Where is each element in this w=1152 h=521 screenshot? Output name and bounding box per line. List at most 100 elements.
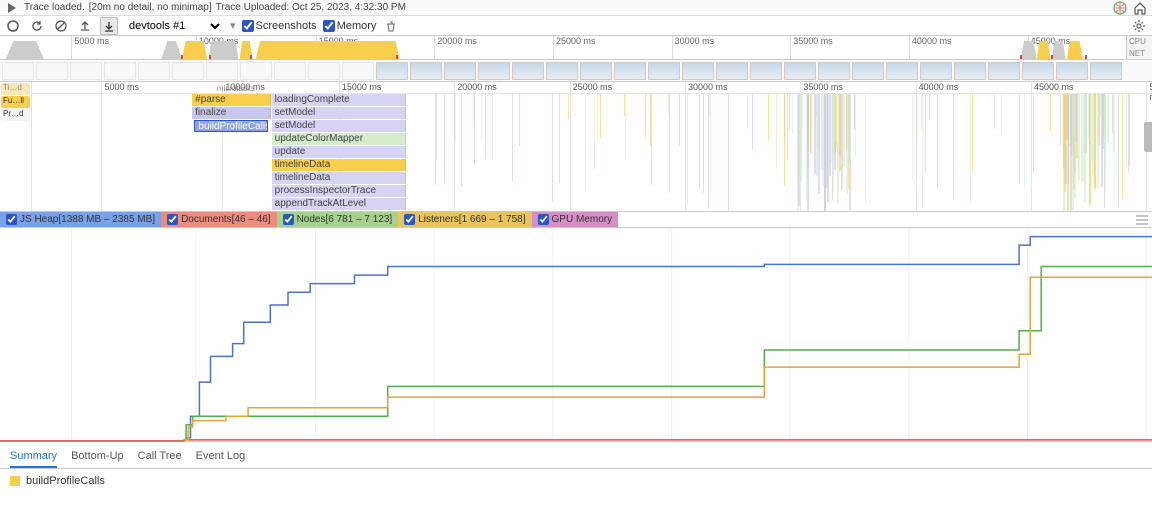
screenshot-thumb[interactable]	[206, 62, 238, 80]
screenshot-thumb[interactable]	[36, 62, 68, 80]
marker	[396, 55, 398, 59]
clear-icon[interactable]	[52, 17, 70, 35]
memory-toggle[interactable]: Memory	[323, 20, 377, 32]
flame-bar[interactable]: timelineData	[272, 159, 406, 171]
counters-menu-icon[interactable]	[1132, 212, 1152, 227]
flame-bar[interactable]: timelineData	[272, 172, 406, 184]
home-icon[interactable]	[1132, 0, 1148, 16]
screenshot-thumb[interactable]	[988, 62, 1020, 80]
track-list: Ti…d Fu…ll Pr…d	[0, 82, 32, 211]
chart-series-documents	[0, 440, 1152, 441]
track-label[interactable]: Fu…ll	[1, 96, 30, 108]
memory-checkbox[interactable]	[323, 20, 335, 32]
screenshot-thumb[interactable]	[920, 62, 952, 80]
screenshot-strip[interactable]	[0, 60, 1152, 82]
screenshot-thumb[interactable]	[478, 62, 510, 80]
overview-minimap[interactable]: 5000 ms10000 ms15000 ms20000 ms25000 ms3…	[0, 36, 1152, 60]
screenshot-thumb[interactable]	[410, 62, 442, 80]
track-label[interactable]: Pr…d	[1, 109, 30, 121]
documents-checkbox[interactable]	[167, 214, 178, 225]
screenshot-thumb[interactable]	[954, 62, 986, 80]
scroll-hint[interactable]	[1144, 122, 1152, 152]
tab-event-log[interactable]: Event Log	[196, 446, 246, 468]
screenshot-thumb[interactable]	[546, 62, 578, 80]
flame-bar[interactable]: appendTrackAtLevel	[272, 198, 406, 210]
screenshot-thumb[interactable]	[240, 62, 272, 80]
screenshot-thumb[interactable]	[444, 62, 476, 80]
flame-bar[interactable]: setModel	[272, 120, 406, 132]
flame-bar[interactable]: updateColorMapper	[272, 133, 406, 145]
screenshot-thumb[interactable]	[648, 62, 680, 80]
flame-bar[interactable]: finalize	[192, 107, 270, 119]
screenshot-thumb[interactable]	[308, 62, 340, 80]
screenshot-thumb[interactable]	[1022, 62, 1054, 80]
flame-bar[interactable]: buildProfileCalls	[194, 120, 268, 132]
screenshot-thumb[interactable]	[376, 62, 408, 80]
ruler-tick: 25000 ms	[570, 82, 613, 211]
status-trace-loaded: Trace loaded.	[24, 2, 85, 13]
memory-chart[interactable]	[0, 228, 1152, 442]
globe-icon[interactable]	[1112, 0, 1128, 16]
screenshot-thumb[interactable]	[2, 62, 34, 80]
ruler-tick: 5000 ms	[71, 36, 109, 59]
gpu-chip[interactable]: GPU Memory	[532, 212, 619, 227]
screenshot-thumb[interactable]	[172, 62, 204, 80]
nodes-chip[interactable]: Nodes[6 781 – 7 123]	[277, 212, 399, 227]
marker	[1020, 55, 1022, 59]
overview-block	[182, 41, 207, 59]
screenshot-thumb[interactable]	[274, 62, 306, 80]
chart-series-nodes	[184, 267, 1152, 440]
screenshot-thumb[interactable]	[580, 62, 612, 80]
documents-chip[interactable]: Documents[46 – 46]	[161, 212, 277, 227]
screenshot-thumb[interactable]	[750, 62, 782, 80]
flame-bar[interactable]: setModel	[272, 107, 406, 119]
flame-bar[interactable]: processInspectorTrace	[272, 185, 406, 197]
marker	[1051, 55, 1053, 59]
screenshot-thumb[interactable]	[342, 62, 374, 80]
nodes-checkbox[interactable]	[283, 214, 294, 225]
screenshot-thumb[interactable]	[512, 62, 544, 80]
flame-bar[interactable]: update	[272, 146, 406, 158]
color-swatch	[10, 476, 20, 486]
trash-icon[interactable]	[382, 17, 400, 35]
screenshot-thumb[interactable]	[784, 62, 816, 80]
reload-icon[interactable]	[28, 17, 46, 35]
flame-bar[interactable]: #parse	[192, 94, 270, 106]
listeners-checkbox[interactable]	[404, 214, 415, 225]
download-icon[interactable]	[100, 17, 118, 35]
jsheap-chip[interactable]: JS Heap[1388 MB – 2385 MB]	[0, 212, 161, 227]
flame-bar[interactable]: loadingComplete	[272, 94, 406, 106]
details-tabs: Summary Bottom-Up Call Tree Event Log	[0, 442, 1152, 469]
flame-chart[interactable]: Ti…d Fu…ll Pr…d 5000 ms10000 ms15000 ms2…	[0, 82, 1152, 212]
screenshot-thumb[interactable]	[1056, 62, 1088, 80]
screenshot-thumb[interactable]	[716, 62, 748, 80]
tab-bottom-up[interactable]: Bottom-Up	[71, 446, 124, 468]
upload-icon[interactable]	[76, 17, 94, 35]
screenshot-thumb[interactable]	[886, 62, 918, 80]
screenshot-thumb[interactable]	[104, 62, 136, 80]
status-bar: Trace loaded. [20m no detail, no minimap…	[0, 0, 1152, 16]
marker	[209, 55, 211, 59]
context-selector[interactable]: devtools #1	[124, 17, 224, 35]
screenshot-thumb[interactable]	[682, 62, 714, 80]
gear-icon[interactable]	[1130, 17, 1148, 35]
gpu-checkbox[interactable]	[538, 214, 549, 225]
screenshot-thumb[interactable]	[70, 62, 102, 80]
jsheap-checkbox[interactable]	[6, 214, 17, 225]
play-icon[interactable]	[4, 0, 20, 16]
tab-summary[interactable]: Summary	[10, 446, 57, 468]
screenshot-thumb[interactable]	[818, 62, 850, 80]
screenshot-thumb[interactable]	[852, 62, 884, 80]
screenshots-checkbox[interactable]	[242, 20, 254, 32]
screenshot-thumb[interactable]	[138, 62, 170, 80]
tab-call-tree[interactable]: Call Tree	[138, 446, 182, 468]
listeners-chip[interactable]: Listeners[1 669 – 1 758]	[398, 212, 531, 227]
status-detail: [20m no detail, no minimap]	[89, 2, 212, 13]
screenshots-toggle[interactable]: Screenshots	[242, 20, 317, 32]
screenshot-thumb[interactable]	[1090, 62, 1122, 80]
record-icon[interactable]	[4, 17, 22, 35]
chevron-down-icon[interactable]: ▾	[230, 19, 236, 32]
selection-name: buildProfileCalls	[26, 475, 105, 487]
track-label[interactable]: Ti…d	[1, 83, 30, 95]
screenshot-thumb[interactable]	[614, 62, 646, 80]
